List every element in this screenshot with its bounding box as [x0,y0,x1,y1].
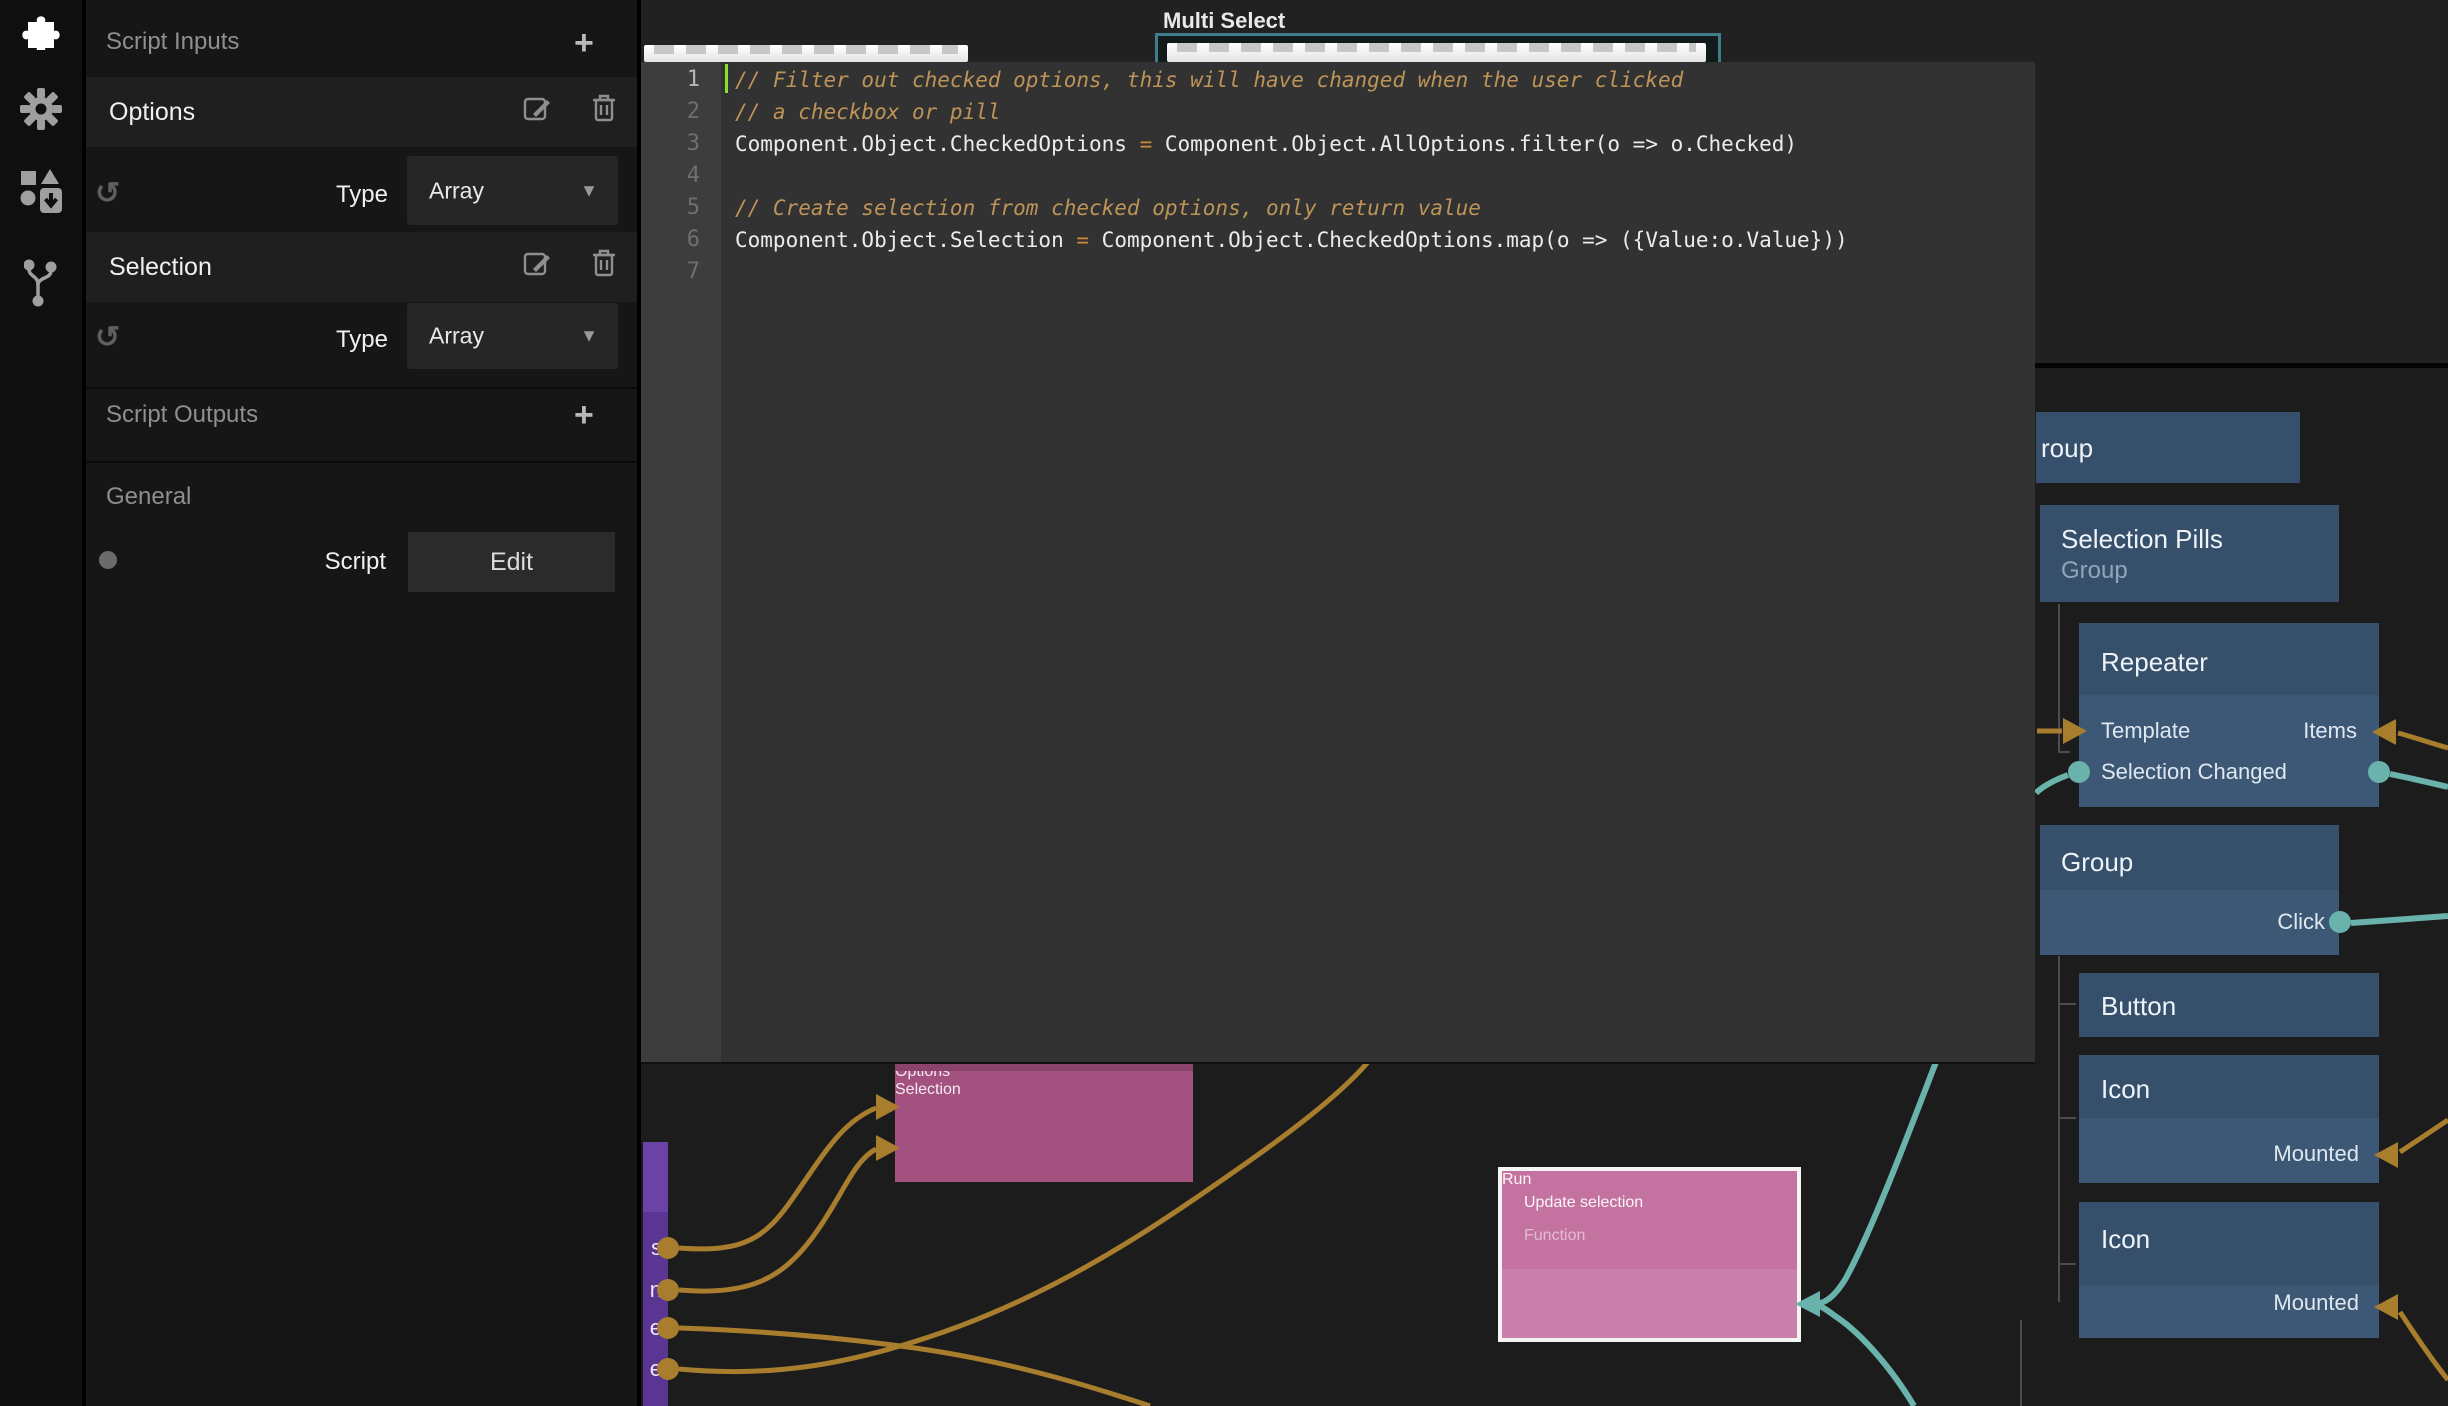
property-row-selection[interactable]: Selection [86,232,637,302]
edit-pencil-icon[interactable] [523,248,553,283]
properties-panel: Script Inputs + Options ↺ Type Array ▼ S… [86,0,641,1406]
type-label: Type [286,326,388,354]
chevron-down-icon: ▼ [580,180,598,201]
line-number: 3 [650,128,700,160]
code-line: // a checkbox or pill [735,96,1001,128]
section-title-script-outputs: Script Outputs [106,401,258,429]
port-fragment[interactable]: e [650,1356,662,1382]
dropdown-value: Array [429,177,484,204]
port-template[interactable]: Template [2101,718,2190,744]
line-number: 2 [650,96,700,128]
section-title-script-inputs: Script Inputs [106,28,239,56]
line-number: 5 [650,192,700,224]
node-options-object[interactable]: Options Selection [895,1063,1193,1182]
options-node-header [895,1063,1193,1071]
node-selection-pills[interactable]: Selection Pills Group [2040,505,2339,602]
delete-trash-icon[interactable] [591,93,617,128]
port-fragment[interactable]: e [650,1315,662,1341]
section-title-general: General [106,483,191,511]
node-update-selection[interactable]: Update selection Function Run [1498,1167,1801,1342]
line-number: 7 [650,256,700,288]
node-group-partial[interactable]: roup [2036,412,2300,483]
line-number: 6 [650,224,700,256]
node-icon-2[interactable]: Icon Mounted [2079,1202,2379,1338]
gear-icon[interactable] [0,88,82,130]
code-line: // Create selection from checked options… [735,192,1481,224]
update-selection-port-band [1502,1269,1797,1338]
add-output-button[interactable]: + [574,400,594,430]
editor-caret [725,64,728,93]
script-port-dot[interactable] [99,551,117,569]
repeater-port-band [2079,695,2379,807]
line-number: 1 [650,64,700,96]
node-repeater[interactable]: Repeater Template Items Selection Change… [2079,623,2379,807]
port-mounted[interactable]: Mounted [2273,1141,2359,1167]
preview-canvas-separator [2035,363,2448,368]
line-number: 4 [650,160,700,192]
port-items[interactable]: Items [2303,718,2357,744]
components-icon[interactable] [0,167,82,215]
code-line: Component.Object.CheckedOptions = Compon… [735,128,1797,160]
edit-script-button[interactable]: Edit [408,532,615,592]
type-label: Type [286,181,388,209]
property-name: Selection [109,253,212,282]
preview-title: Multi Select [1163,8,1285,34]
port-fragment[interactable]: s [651,1235,662,1261]
add-input-button[interactable]: + [574,28,594,58]
port-selection-changed[interactable]: Selection Changed [2101,759,2287,785]
port-click[interactable]: Click [2277,909,2325,935]
editor-gutter: 1234567 [641,62,721,1062]
script-editor[interactable]: 1234567 // Filter out checked options, t… [641,62,2035,1064]
branch-icon[interactable] [0,257,82,307]
port-run[interactable]: Run [1502,1171,1797,1189]
revert-icon[interactable]: ↺ [95,320,120,355]
preview-checkbox-row [654,45,958,54]
edit-pencil-icon[interactable] [523,93,553,128]
preview-input-bar [644,45,968,62]
section-divider [86,461,637,463]
script-label: Script [256,548,386,576]
property-row-options[interactable]: Options [86,77,637,147]
app-window: Multi Select roup Selection Pills Group … [0,0,2448,1406]
app-preview-right-strip [2035,0,2448,363]
puzzle-icon[interactable] [0,10,82,50]
section-divider [86,387,637,389]
revert-icon[interactable]: ↺ [95,176,120,211]
port-mounted[interactable]: Mounted [2273,1290,2359,1316]
chevron-down-icon: ▼ [580,326,598,347]
delete-trash-icon[interactable] [591,248,617,283]
preview-pill-bar [1167,43,1706,62]
node-group[interactable]: Group Click [2040,825,2339,955]
node-icon-1[interactable]: Icon Mounted [2079,1055,2379,1183]
type-dropdown-options[interactable]: Array ▼ [407,156,618,225]
code-line: // Filter out checked options, this will… [735,64,1683,96]
type-dropdown-selection[interactable]: Array ▼ [407,303,618,369]
property-name: Options [109,98,195,127]
dropdown-value: Array [429,323,484,350]
left-icon-sidebar [0,0,86,1406]
code-line: Component.Object.Selection = Component.O… [735,224,1848,256]
preview-checkbox-row [1177,43,1696,52]
port-fragment[interactable]: n [650,1277,662,1303]
port-selection[interactable]: Selection [895,1081,1193,1099]
object-node-header [643,1142,668,1212]
node-button[interactable]: Button [2079,973,2379,1037]
node-object-partial[interactable]: snee [643,1142,668,1406]
